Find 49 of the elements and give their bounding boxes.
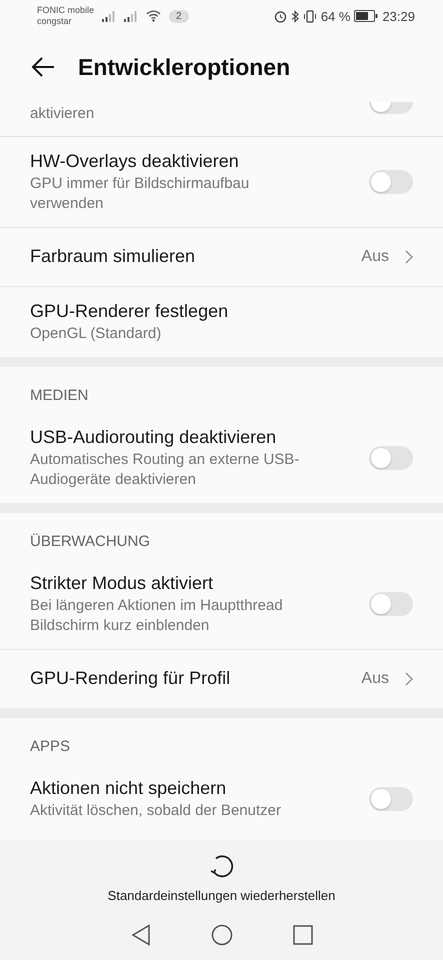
setting-value: Aus <box>361 248 389 266</box>
setting-summary: Bei längeren Aktionen im Hauptthread Bildschirm kurz einblenden <box>30 596 284 636</box>
setting-title: USB-Audiorouting deaktivieren <box>30 426 278 449</box>
battery-icon <box>354 10 378 22</box>
setting-title: HW-Overlays deaktivieren <box>30 150 240 173</box>
settings-row[interactable]: USB-Audiorouting deaktivieren Automatisches Routing an externe USB-Audiogeräte deaktivieren <box>0 412 443 503</box>
setting-summary: OpenGL (Standard) <box>30 324 162 344</box>
setting-summary: Aktivität löschen, sobald der Benutzer <box>30 801 282 821</box>
setting-value: Aus <box>361 670 389 688</box>
battery-percent: 64 % <box>320 8 350 24</box>
settings-row[interactable]: HW-Overlays deaktivieren GPU immer für Bildschirmaufbau verwenden <box>0 136 443 227</box>
bluetooth-icon <box>290 10 299 22</box>
toggle-switch[interactable] <box>369 170 413 194</box>
setting-title: Farbraum simulieren <box>30 245 196 268</box>
wifi-icon <box>146 10 162 22</box>
chevron-right-icon <box>405 250 413 264</box>
setting-summary: GPU immer für Bildschirmaufbau verwenden <box>30 174 250 214</box>
setting-title: Strikter Modus aktiviert <box>30 572 214 595</box>
toggle-switch[interactable] <box>369 592 413 616</box>
chevron-right-icon <box>405 672 413 686</box>
toggle-switch[interactable] <box>369 446 413 470</box>
carrier-name: congstar <box>37 16 73 27</box>
signal-icon <box>102 10 116 22</box>
settings-row[interactable]: Aktionen nicht speichern Aktivität löschen, sobald der Benutzer <box>0 763 443 834</box>
notification-count: 2 <box>169 10 189 22</box>
signal-icon <box>124 10 138 22</box>
settings-row[interactable]: Farbraum simulieren Aus <box>0 227 443 286</box>
carrier-name: FONIC mobile <box>37 5 94 16</box>
settings-row[interactable]: aktivieren <box>0 102 443 136</box>
alarm-icon <box>274 10 287 22</box>
setting-title: Aktionen nicht speichern <box>30 777 228 800</box>
recents-nav-button[interactable] <box>292 924 312 944</box>
back-nav-button[interactable] <box>130 924 150 946</box>
home-nav-button[interactable] <box>210 924 232 946</box>
settings-row[interactable]: GPU-Rendering für Profil Aus <box>0 649 443 708</box>
vibrate-icon <box>302 10 317 22</box>
section-header: MEDIEN <box>29 386 90 406</box>
section-header: ÜBERWACHUNG <box>29 532 152 552</box>
toggle-switch[interactable] <box>369 786 413 810</box>
section-header: APPS <box>29 737 72 757</box>
setting-title: GPU-Rendering für Profil <box>30 667 232 690</box>
settings-row[interactable]: Strikter Modus aktiviert Bei längeren Aktionen im Hauptthread Bildschirm kurz einblenden <box>0 558 443 649</box>
settings-row[interactable]: GPU-Renderer festlegen OpenGL (Standard) <box>0 286 443 357</box>
clock-time: 23:29 <box>382 8 415 24</box>
setting-summary: Automatisches Routing an externe USB-Audiogeräte deaktivieren <box>30 450 300 490</box>
back-button[interactable] <box>30 56 56 78</box>
setting-title: GPU-Renderer festlegen <box>30 300 230 323</box>
setting-summary: aktivieren <box>30 104 96 124</box>
page-title: Entwickleroptionen <box>78 54 290 80</box>
